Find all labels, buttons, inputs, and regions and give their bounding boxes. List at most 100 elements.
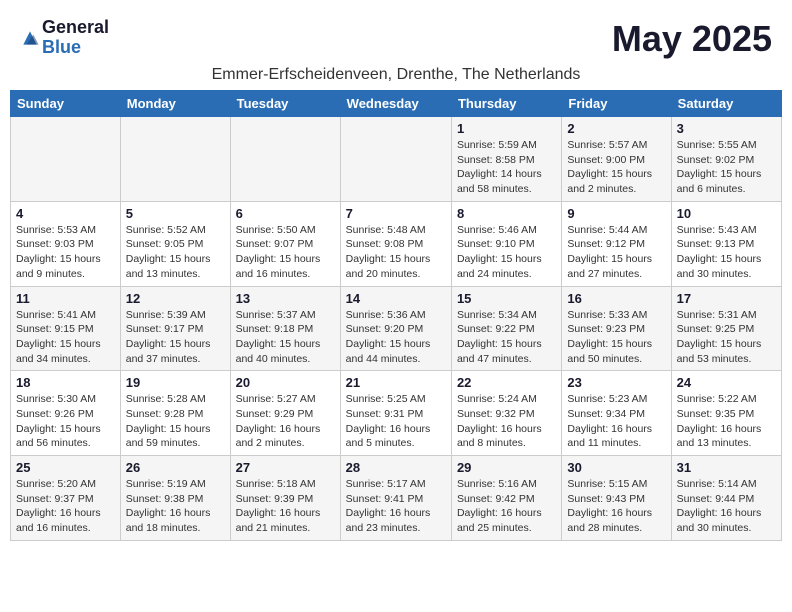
calendar-week-row: 11 Sunrise: 5:41 AM Sunset: 9:15 PM Dayli… <box>11 286 782 371</box>
calendar-day-cell: 9 Sunrise: 5:44 AM Sunset: 9:12 PM Daylig… <box>562 201 671 286</box>
day-number: 12 <box>126 291 225 306</box>
page-header: General Blue May 2025 <box>10 10 782 64</box>
day-info: Sunrise: 5:16 AM Sunset: 9:42 PM Dayligh… <box>457 477 556 536</box>
month-title: May 2025 <box>612 18 772 60</box>
day-number: 15 <box>457 291 556 306</box>
calendar-day-cell: 29 Sunrise: 5:16 AM Sunset: 9:42 PM Dayli… <box>451 456 561 541</box>
calendar-body: 1 Sunrise: 5:59 AM Sunset: 8:58 PM Daylig… <box>11 117 782 541</box>
day-number: 17 <box>677 291 776 306</box>
day-number: 13 <box>236 291 335 306</box>
calendar-day-cell: 31 Sunrise: 5:14 AM Sunset: 9:44 PM Dayli… <box>671 456 781 541</box>
day-info: Sunrise: 5:14 AM Sunset: 9:44 PM Dayligh… <box>677 477 776 536</box>
calendar-day-cell: 6 Sunrise: 5:50 AM Sunset: 9:07 PM Daylig… <box>230 201 340 286</box>
day-number: 31 <box>677 460 776 475</box>
day-info: Sunrise: 5:17 AM Sunset: 9:41 PM Dayligh… <box>346 477 446 536</box>
calendar-week-row: 25 Sunrise: 5:20 AM Sunset: 9:37 PM Dayli… <box>11 456 782 541</box>
day-number: 4 <box>16 206 115 221</box>
day-info: Sunrise: 5:25 AM Sunset: 9:31 PM Dayligh… <box>346 392 446 451</box>
calendar-day-cell <box>230 117 340 202</box>
day-info: Sunrise: 5:19 AM Sunset: 9:38 PM Dayligh… <box>126 477 225 536</box>
calendar-day-cell: 21 Sunrise: 5:25 AM Sunset: 9:31 PM Dayli… <box>340 371 451 456</box>
day-number: 18 <box>16 375 115 390</box>
day-info: Sunrise: 5:34 AM Sunset: 9:22 PM Dayligh… <box>457 308 556 367</box>
day-info: Sunrise: 5:15 AM Sunset: 9:43 PM Dayligh… <box>567 477 665 536</box>
calendar-day-cell: 13 Sunrise: 5:37 AM Sunset: 9:18 PM Dayli… <box>230 286 340 371</box>
calendar-day-cell: 11 Sunrise: 5:41 AM Sunset: 9:15 PM Dayli… <box>11 286 121 371</box>
calendar-table: SundayMondayTuesdayWednesdayThursdayFrid… <box>10 90 782 541</box>
calendar-day-cell: 30 Sunrise: 5:15 AM Sunset: 9:43 PM Dayli… <box>562 456 671 541</box>
days-of-week-row: SundayMondayTuesdayWednesdayThursdayFrid… <box>11 91 782 117</box>
day-info: Sunrise: 5:31 AM Sunset: 9:25 PM Dayligh… <box>677 308 776 367</box>
day-info: Sunrise: 5:20 AM Sunset: 9:37 PM Dayligh… <box>16 477 115 536</box>
day-number: 6 <box>236 206 335 221</box>
day-info: Sunrise: 5:59 AM Sunset: 8:58 PM Dayligh… <box>457 138 556 197</box>
day-info: Sunrise: 5:23 AM Sunset: 9:34 PM Dayligh… <box>567 392 665 451</box>
logo-general-text: General <box>42 18 109 38</box>
day-of-week-header: Thursday <box>451 91 561 117</box>
calendar-day-cell: 7 Sunrise: 5:48 AM Sunset: 9:08 PM Daylig… <box>340 201 451 286</box>
calendar-day-cell: 15 Sunrise: 5:34 AM Sunset: 9:22 PM Dayli… <box>451 286 561 371</box>
day-info: Sunrise: 5:48 AM Sunset: 9:08 PM Dayligh… <box>346 223 446 282</box>
day-number: 20 <box>236 375 335 390</box>
day-number: 2 <box>567 121 665 136</box>
logo-icon <box>20 28 40 48</box>
day-of-week-header: Wednesday <box>340 91 451 117</box>
day-number: 14 <box>346 291 446 306</box>
day-info: Sunrise: 5:44 AM Sunset: 9:12 PM Dayligh… <box>567 223 665 282</box>
day-info: Sunrise: 5:37 AM Sunset: 9:18 PM Dayligh… <box>236 308 335 367</box>
calendar-day-cell: 17 Sunrise: 5:31 AM Sunset: 9:25 PM Dayli… <box>671 286 781 371</box>
day-info: Sunrise: 5:52 AM Sunset: 9:05 PM Dayligh… <box>126 223 225 282</box>
day-info: Sunrise: 5:28 AM Sunset: 9:28 PM Dayligh… <box>126 392 225 451</box>
calendar-subtitle: Emmer-Erfscheidenveen, Drenthe, The Neth… <box>10 66 782 84</box>
day-info: Sunrise: 5:57 AM Sunset: 9:00 PM Dayligh… <box>567 138 665 197</box>
calendar-day-cell: 22 Sunrise: 5:24 AM Sunset: 9:32 PM Dayli… <box>451 371 561 456</box>
day-number: 10 <box>677 206 776 221</box>
calendar-day-cell <box>340 117 451 202</box>
day-info: Sunrise: 5:53 AM Sunset: 9:03 PM Dayligh… <box>16 223 115 282</box>
day-number: 9 <box>567 206 665 221</box>
day-number: 22 <box>457 375 556 390</box>
calendar-day-cell: 26 Sunrise: 5:19 AM Sunset: 9:38 PM Dayli… <box>120 456 230 541</box>
calendar-day-cell: 3 Sunrise: 5:55 AM Sunset: 9:02 PM Daylig… <box>671 117 781 202</box>
calendar-day-cell: 19Sunrise: 5:28 AM Sunset: 9:28 PM Dayli… <box>120 371 230 456</box>
day-of-week-header: Sunday <box>11 91 121 117</box>
day-number: 8 <box>457 206 556 221</box>
calendar-day-cell: 27 Sunrise: 5:18 AM Sunset: 9:39 PM Dayli… <box>230 456 340 541</box>
calendar-day-cell: 24Sunrise: 5:22 AM Sunset: 9:35 PM Dayli… <box>671 371 781 456</box>
calendar-day-cell: 10 Sunrise: 5:43 AM Sunset: 9:13 PM Dayli… <box>671 201 781 286</box>
day-info: Sunrise: 5:33 AM Sunset: 9:23 PM Dayligh… <box>567 308 665 367</box>
calendar-day-cell: 8Sunrise: 5:46 AM Sunset: 9:10 PM Daylig… <box>451 201 561 286</box>
day-number: 21 <box>346 375 446 390</box>
day-info: Sunrise: 5:43 AM Sunset: 9:13 PM Dayligh… <box>677 223 776 282</box>
day-info: Sunrise: 5:36 AM Sunset: 9:20 PM Dayligh… <box>346 308 446 367</box>
day-info: Sunrise: 5:18 AM Sunset: 9:39 PM Dayligh… <box>236 477 335 536</box>
calendar-day-cell: 20 Sunrise: 5:27 AM Sunset: 9:29 PM Dayli… <box>230 371 340 456</box>
day-number: 11 <box>16 291 115 306</box>
day-info: Sunrise: 5:41 AM Sunset: 9:15 PM Dayligh… <box>16 308 115 367</box>
day-number: 1 <box>457 121 556 136</box>
calendar-day-cell: 16 Sunrise: 5:33 AM Sunset: 9:23 PM Dayli… <box>562 286 671 371</box>
day-info: Sunrise: 5:39 AM Sunset: 9:17 PM Dayligh… <box>126 308 225 367</box>
day-number: 7 <box>346 206 446 221</box>
calendar-week-row: 18Sunrise: 5:30 AM Sunset: 9:26 PM Dayli… <box>11 371 782 456</box>
day-info: Sunrise: 5:50 AM Sunset: 9:07 PM Dayligh… <box>236 223 335 282</box>
day-info: Sunrise: 5:27 AM Sunset: 9:29 PM Dayligh… <box>236 392 335 451</box>
calendar-day-cell: 25 Sunrise: 5:20 AM Sunset: 9:37 PM Dayli… <box>11 456 121 541</box>
calendar-day-cell: 4 Sunrise: 5:53 AM Sunset: 9:03 PM Daylig… <box>11 201 121 286</box>
day-number: 26 <box>126 460 225 475</box>
day-info: Sunrise: 5:24 AM Sunset: 9:32 PM Dayligh… <box>457 392 556 451</box>
day-of-week-header: Monday <box>120 91 230 117</box>
day-number: 16 <box>567 291 665 306</box>
day-number: 29 <box>457 460 556 475</box>
day-number: 30 <box>567 460 665 475</box>
day-number: 27 <box>236 460 335 475</box>
calendar-week-row: 4 Sunrise: 5:53 AM Sunset: 9:03 PM Daylig… <box>11 201 782 286</box>
calendar-day-cell: 18Sunrise: 5:30 AM Sunset: 9:26 PM Dayli… <box>11 371 121 456</box>
day-info: Sunrise: 5:55 AM Sunset: 9:02 PM Dayligh… <box>677 138 776 197</box>
calendar-day-cell <box>11 117 121 202</box>
calendar-day-cell: 28Sunrise: 5:17 AM Sunset: 9:41 PM Dayli… <box>340 456 451 541</box>
day-number: 25 <box>16 460 115 475</box>
calendar-day-cell: 5Sunrise: 5:52 AM Sunset: 9:05 PM Daylig… <box>120 201 230 286</box>
day-number: 3 <box>677 121 776 136</box>
calendar-header: SundayMondayTuesdayWednesdayThursdayFrid… <box>11 91 782 117</box>
